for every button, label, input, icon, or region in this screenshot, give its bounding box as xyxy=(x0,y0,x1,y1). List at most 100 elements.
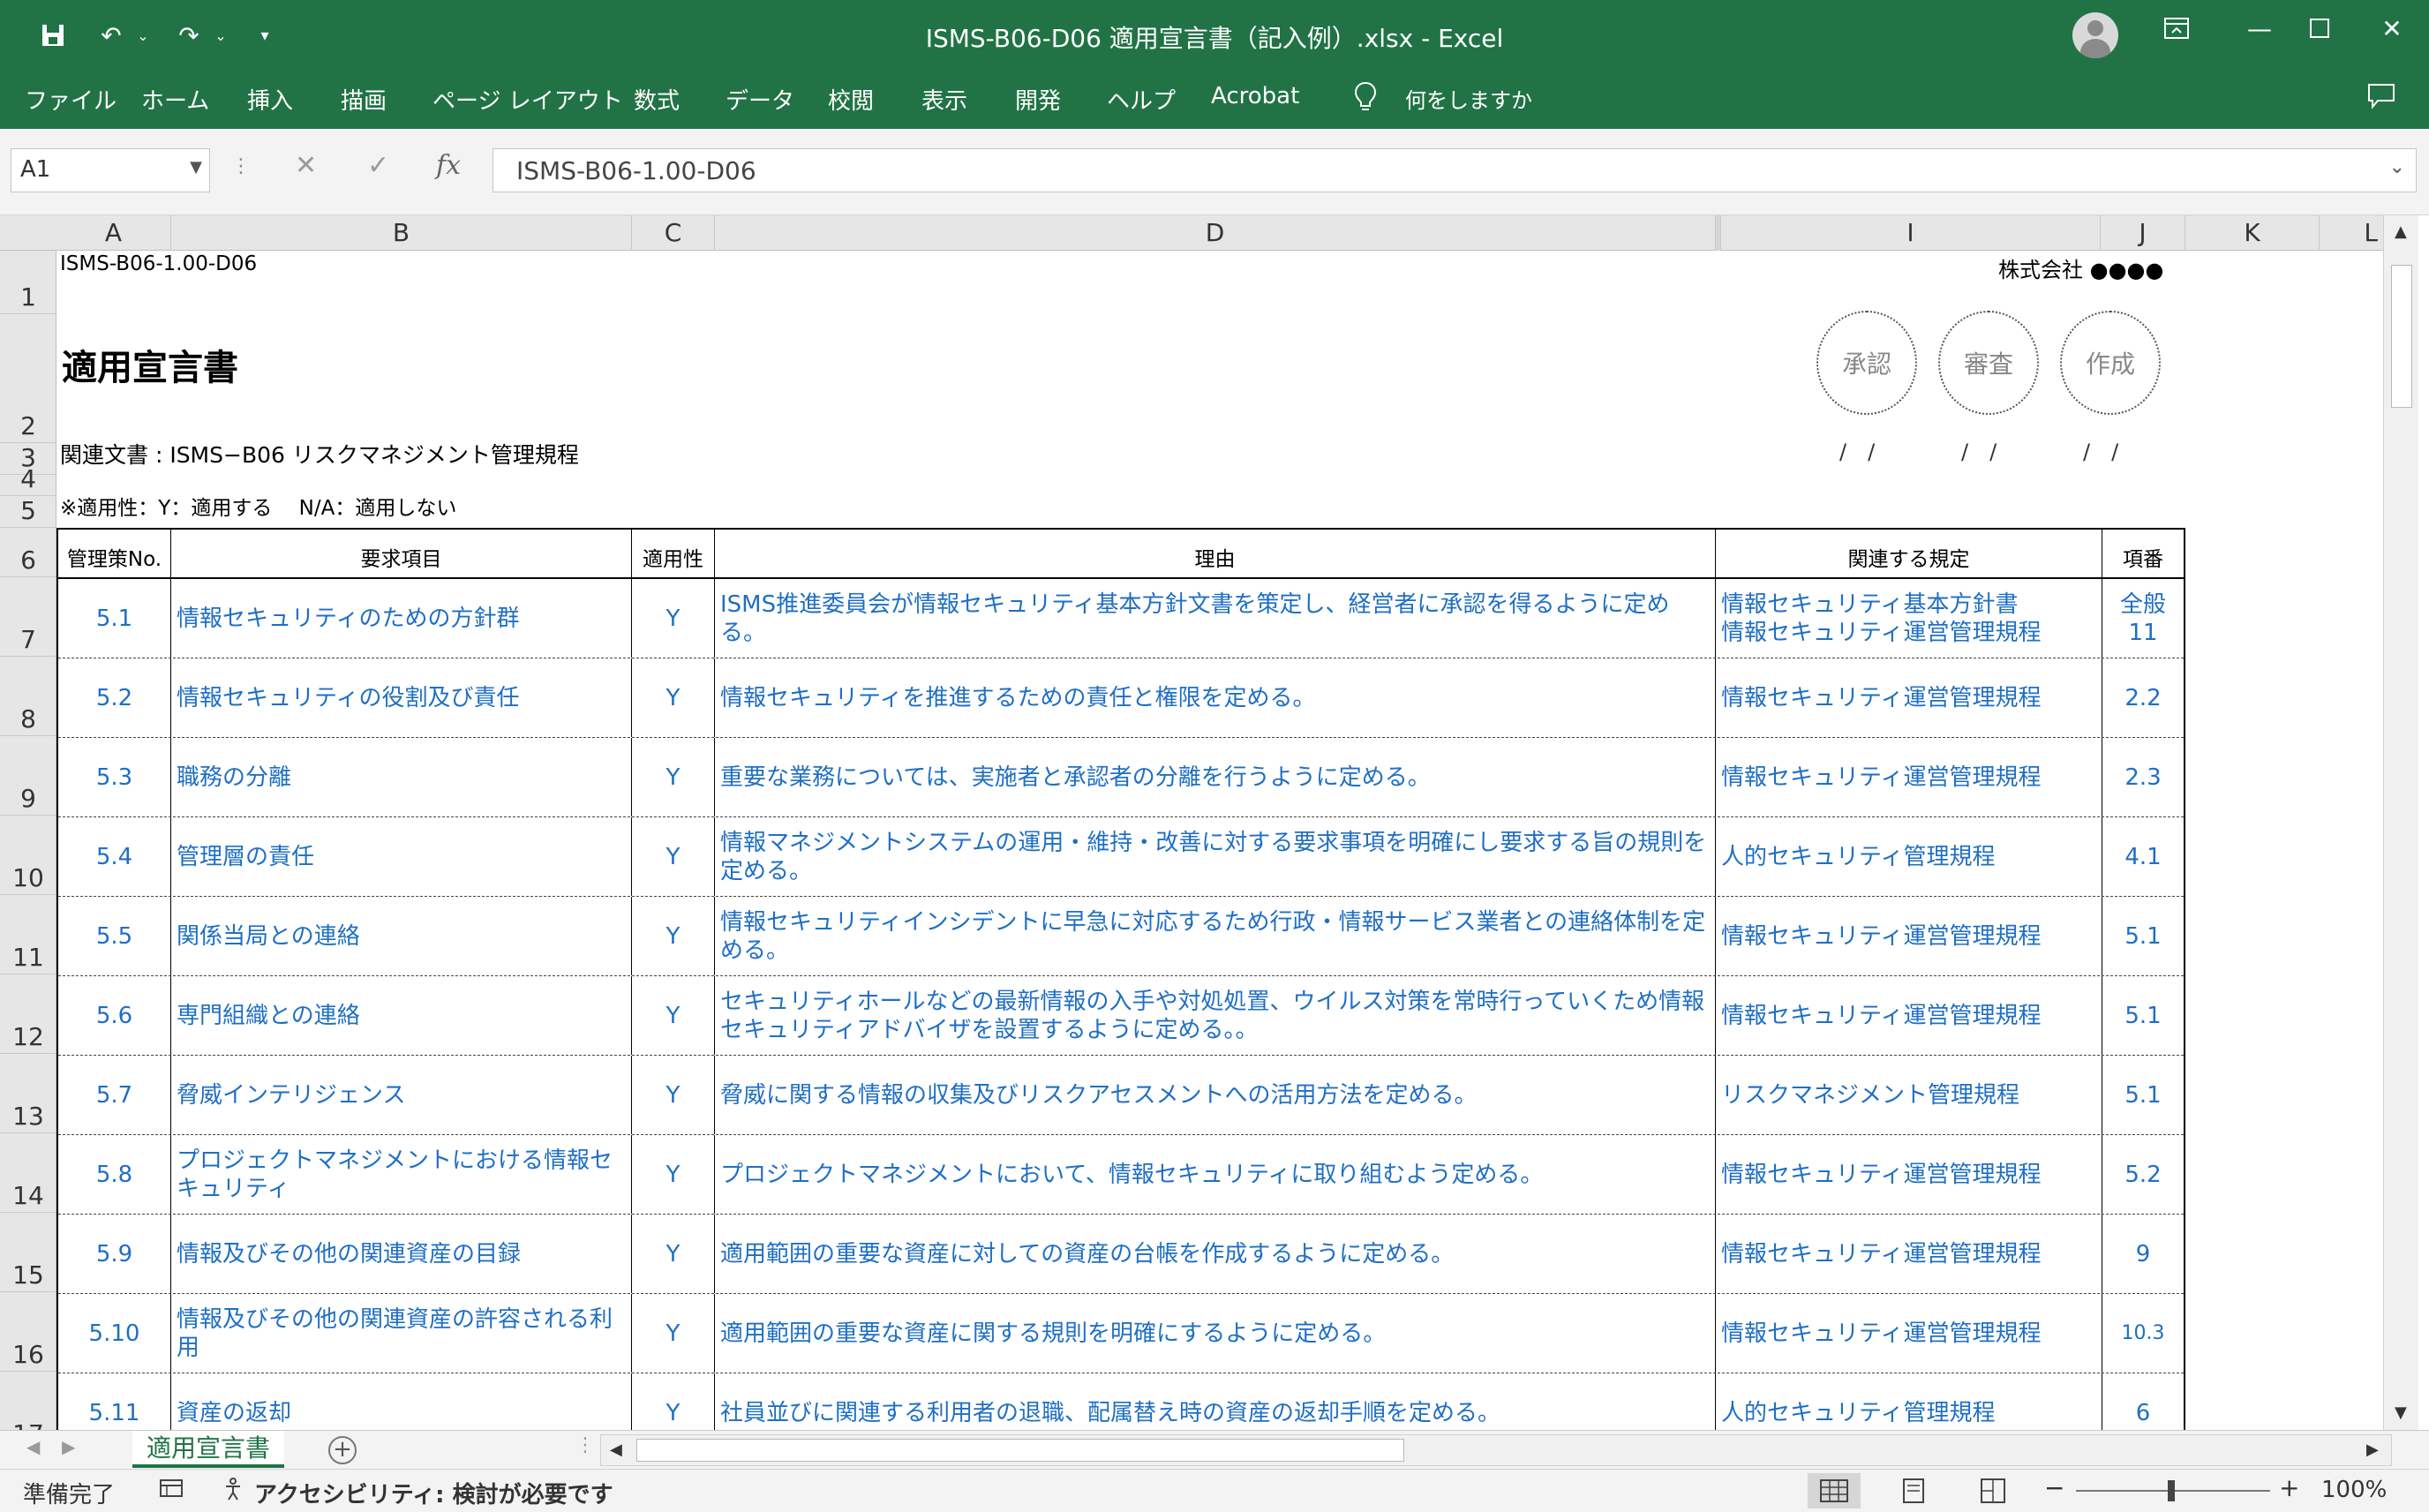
company-name[interactable]: 株式会社 ●●●● xyxy=(1998,252,2163,283)
applicability-cell[interactable]: Y xyxy=(632,658,715,737)
tab-data[interactable]: データ xyxy=(726,83,794,116)
section-no-cell[interactable]: 5.2 xyxy=(2102,1135,2184,1214)
related-rule-cell[interactable]: 人的セキュリティ管理規程 xyxy=(1716,817,2102,896)
requirement-cell[interactable]: 資産の返却 xyxy=(171,1373,632,1430)
scroll-right-icon[interactable]: ▶ xyxy=(2366,1441,2379,1459)
control-no-cell[interactable]: 5.11 xyxy=(58,1373,171,1430)
row-header[interactable]: 14 xyxy=(0,1133,56,1213)
table-header-cell[interactable]: 管理策No. xyxy=(58,530,171,577)
accessibility-icon[interactable] xyxy=(222,1477,247,1508)
requirement-cell[interactable]: 管理層の責任 xyxy=(171,817,632,896)
chevron-down-icon[interactable]: ▼ xyxy=(190,158,202,177)
reason-cell[interactable]: 情報セキュリティを推進するための責任と権限を定める。 xyxy=(715,658,1716,737)
column-header[interactable]: K xyxy=(2185,215,2320,251)
related-rule-cell[interactable]: 情報セキュリティ運営管理規程 xyxy=(1716,1294,2102,1373)
cancel-icon[interactable]: ✕ xyxy=(295,150,317,181)
table-header-cell[interactable]: 適用性 xyxy=(632,530,715,577)
tab-page-layout[interactable]: ページ レイアウト xyxy=(432,83,623,116)
more-options-icon[interactable]: ⋮ xyxy=(231,155,251,177)
comments-icon[interactable] xyxy=(2367,83,2395,116)
page-title[interactable]: 適用宣言書 xyxy=(62,339,238,390)
applicability-cell[interactable]: Y xyxy=(632,1135,715,1214)
column-header[interactable]: C xyxy=(632,215,715,251)
requirement-cell[interactable]: 情報セキュリティのための方針群 xyxy=(171,579,632,658)
accessibility-status[interactable]: アクセシビリティ: 検討が必要です xyxy=(254,1477,613,1509)
control-no-cell[interactable]: 5.4 xyxy=(58,817,171,896)
applicability-cell[interactable]: Y xyxy=(632,1373,715,1430)
column-header[interactable]: J xyxy=(2101,215,2185,251)
section-no-cell[interactable]: 5.1 xyxy=(2102,976,2184,1055)
reason-cell[interactable]: セキュリティホールなどの最新情報の入手や対処処置、ウイルス対策を常時行っていくた… xyxy=(715,976,1716,1055)
maximize-icon[interactable] xyxy=(2293,9,2346,48)
section-no-cell[interactable]: 10.3 xyxy=(2102,1294,2184,1373)
section-no-cell[interactable]: 5.1 xyxy=(2102,897,2184,975)
control-no-cell[interactable]: 5.5 xyxy=(58,897,171,975)
section-no-cell[interactable]: 2.2 xyxy=(2102,658,2184,737)
insert-function-icon[interactable]: fx xyxy=(436,150,461,181)
row-header[interactable]: 8 xyxy=(0,657,56,736)
requirement-cell[interactable]: 情報セキュリティの役割及び責任 xyxy=(171,658,632,737)
page-break-view-icon[interactable] xyxy=(1967,1473,2019,1508)
section-no-cell[interactable]: 4.1 xyxy=(2102,817,2184,896)
control-no-cell[interactable]: 5.3 xyxy=(58,738,171,816)
reason-cell[interactable]: 適用範囲の重要な資産に対しての資産の台帳を作成するように定める。 xyxy=(715,1215,1716,1293)
control-no-cell[interactable]: 5.6 xyxy=(58,976,171,1055)
control-no-cell[interactable]: 5.10 xyxy=(58,1294,171,1373)
applicability-cell[interactable]: Y xyxy=(632,738,715,816)
column-header[interactable]: A xyxy=(56,215,171,251)
reason-cell[interactable]: ISMS推進委員会が情報セキュリティ基本方針文書を策定し、経営者に承認を得るよう… xyxy=(715,579,1716,658)
row-header[interactable]: 2 xyxy=(0,314,56,443)
reason-cell[interactable]: 情報マネジメントシステムの運用・維持・改善に対する要求事項を明確にし要求する旨の… xyxy=(715,817,1716,896)
applicability-legend[interactable]: ※適用性：Y：適用する N/A：適用しない xyxy=(60,491,456,521)
tab-review[interactable]: 校閲 xyxy=(828,83,874,116)
control-no-cell[interactable]: 5.2 xyxy=(58,658,171,737)
control-no-cell[interactable]: 5.8 xyxy=(58,1135,171,1214)
ribbon-display-options-icon[interactable] xyxy=(2150,9,2203,48)
next-sheet-icon[interactable]: ▶ xyxy=(62,1436,75,1457)
requirement-cell[interactable]: プロジェクトマネジメントにおける情報セキュリティ xyxy=(171,1135,632,1214)
reason-cell[interactable]: 重要な業務については、実施者と承認者の分離を行うように定める。 xyxy=(715,738,1716,816)
zoom-out-icon[interactable]: − xyxy=(2044,1473,2064,1502)
tab-formulas[interactable]: 数式 xyxy=(634,83,680,116)
zoom-slider-thumb[interactable] xyxy=(2168,1480,2175,1501)
add-sheet-icon[interactable]: + xyxy=(328,1436,357,1464)
name-box[interactable]: A1 ▼ xyxy=(11,148,210,192)
section-no-cell[interactable]: 6 xyxy=(2102,1373,2184,1430)
enter-icon[interactable]: ✓ xyxy=(367,150,389,181)
scroll-left-icon[interactable]: ◀ xyxy=(610,1441,622,1459)
row-header[interactable]: 16 xyxy=(0,1292,56,1372)
tab-view[interactable]: 表示 xyxy=(921,83,967,116)
vertical-scrollbar[interactable]: ▲ ▼ xyxy=(2383,215,2418,1430)
macro-record-icon[interactable] xyxy=(159,1477,184,1506)
requirement-cell[interactable]: 職務の分離 xyxy=(171,738,632,816)
row-header[interactable]: 10 xyxy=(0,816,56,895)
scroll-down-icon[interactable]: ▼ xyxy=(2395,1403,2407,1422)
related-rule-cell[interactable]: 情報セキュリティ運営管理規程 xyxy=(1716,1135,2102,1214)
sheet-tab[interactable]: 適用宣言書 xyxy=(132,1431,285,1468)
section-no-cell[interactable]: 5.1 xyxy=(2102,1056,2184,1134)
reason-cell[interactable]: 社員並びに関連する利用者の退職、配属替え時の資産の返却手順を定める。 xyxy=(715,1373,1716,1430)
column-header[interactable]: D xyxy=(715,215,1716,251)
reason-cell[interactable]: プロジェクトマネジメントにおいて、情報セキュリティに取り組むよう定める。 xyxy=(715,1135,1716,1214)
table-header-cell[interactable]: 理由 xyxy=(715,530,1716,577)
section-no-cell[interactable]: 9 xyxy=(2102,1215,2184,1293)
row-header[interactable]: 6 xyxy=(0,528,56,577)
vertical-scroll-thumb[interactable] xyxy=(2391,265,2412,408)
horizontal-scroll-thumb[interactable] xyxy=(636,1439,1404,1462)
tab-insert[interactable]: 挿入 xyxy=(247,83,293,116)
related-rule-cell[interactable]: リスクマネジメント管理規程 xyxy=(1716,1056,2102,1134)
column-header[interactable]: L xyxy=(2320,215,2383,251)
row-header[interactable]: 15 xyxy=(0,1213,56,1292)
reason-cell[interactable]: 適用範囲の重要な資産に関する規則を明確にするように定める。 xyxy=(715,1294,1716,1373)
row-header[interactable]: 13 xyxy=(0,1054,56,1133)
minimize-icon[interactable]: — xyxy=(2233,9,2286,48)
table-header-cell[interactable]: 関連する規定 xyxy=(1716,530,2102,577)
row-header[interactable]: 11 xyxy=(0,895,56,974)
requirement-cell[interactable]: 情報及びその他の関連資産の目録 xyxy=(171,1215,632,1293)
row-header[interactable]: 7 xyxy=(0,577,56,657)
related-rule-cell[interactable]: 情報セキュリティ基本方針書 情報セキュリティ運営管理規程 xyxy=(1716,579,2102,658)
scroll-up-icon[interactable]: ▲ xyxy=(2395,222,2407,241)
zoom-level[interactable]: 100% xyxy=(2321,1477,2387,1503)
applicability-cell[interactable]: Y xyxy=(632,579,715,658)
requirement-cell[interactable]: 専門組織との連絡 xyxy=(171,976,632,1055)
